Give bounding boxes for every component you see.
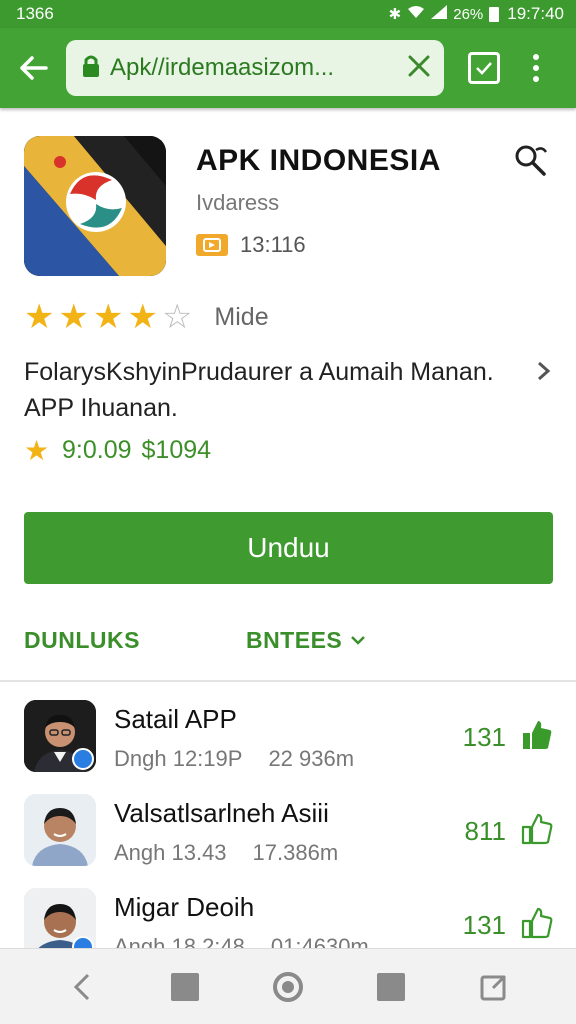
list-item-date: Angh 18.2:48 (114, 934, 245, 948)
price-row: ★ 9:0.09 $1094 (24, 436, 211, 465)
back-arrow-icon[interactable] (12, 46, 56, 90)
download-size-icon (196, 234, 228, 256)
search-icon[interactable] (510, 140, 552, 182)
url-text[interactable]: Apk//irdemaasizom... (110, 54, 394, 82)
divider (0, 680, 576, 682)
nav-back-icon[interactable] (62, 967, 102, 1007)
status-icons: ✱ 26% (389, 5, 500, 23)
nav-home-icon[interactable] (268, 967, 308, 1007)
list-item-size: 22 936m (268, 746, 355, 771)
list-item[interactable]: Satail APP Dngh 12:19P 22 936m 131 (0, 690, 576, 780)
list-item-date: Angh 13.43 (114, 840, 227, 865)
price-new: $1094 (141, 436, 212, 464)
battery-icon (489, 6, 500, 22)
bluetooth-icon: ✱ (388, 6, 402, 23)
nav-square-icon[interactable] (165, 967, 205, 1007)
nav-screenshot-icon[interactable] (474, 967, 514, 1007)
chevron-down-icon (351, 636, 366, 645)
thumbs-up-outline-icon[interactable] (520, 906, 554, 940)
rating-row: ★ ★ ★ ★ ☆ Mide (24, 300, 269, 334)
app-developer[interactable]: Ivdaress (196, 190, 279, 216)
avatar (24, 888, 96, 948)
tab-downloads[interactable]: DUNLUKS (24, 627, 140, 654)
list-item-size: 17.386m (252, 840, 339, 865)
app-description[interactable]: FolarysKshyinPrudaurer a Aumaih Manan. A… (24, 354, 524, 426)
url-bar[interactable]: Apk//irdemaasizom... (66, 40, 444, 96)
thumbs-up-outline-icon[interactable] (520, 812, 554, 846)
clear-url-icon[interactable] (404, 52, 434, 84)
tab-details-label: BNTEES (245, 626, 343, 653)
status-bar: 1366 ✱ 26% 19:7:40 (0, 0, 576, 28)
tabs-switcher-icon[interactable] (468, 52, 500, 84)
system-nav-bar (0, 948, 576, 1024)
list-item-meta: Dngh 12:19P 22 936m (114, 746, 354, 772)
avatar (24, 794, 96, 866)
status-right: ✱ 26% 19:7:40 (389, 4, 564, 24)
battery-percent: 26% (453, 5, 484, 23)
star-icon: ★ (127, 298, 158, 336)
status-left-text: 1366 (16, 4, 54, 23)
star-icon: ★ (92, 298, 124, 336)
download-button[interactable]: Unduu (24, 512, 553, 584)
list-item[interactable]: Valsatlsarlneh Asiii Angh 13.43 17.386m … (0, 784, 576, 874)
price-old: 9:0.09 (62, 436, 132, 464)
list-item-title: Migar Deoih (114, 892, 255, 922)
list-item-size: 01:4630m (270, 934, 369, 948)
price-star-icon: ★ (24, 434, 50, 466)
list-item-meta: Angh 13.43 17.386m (114, 840, 338, 866)
rating-label: Mide (214, 302, 269, 331)
list-item-count: 811 (464, 816, 506, 846)
list-item-meta: Angh 18.2:48 01:4630m (114, 934, 369, 948)
star-outline-icon: ☆ (161, 298, 193, 336)
app-logo[interactable] (24, 136, 166, 276)
lock-icon (82, 54, 100, 83)
list-item-count: 131 (462, 722, 506, 752)
signal-icon (431, 5, 448, 23)
wifi-icon (407, 5, 425, 23)
status-time: 19:7:40 (507, 4, 564, 23)
star-icon: ★ (24, 298, 55, 336)
tabs-row: DUNLUKS BNTEES (24, 620, 552, 660)
browser-toolbar: Apk//irdemaasizom... (0, 28, 576, 108)
list-item-title: Satail APP (114, 704, 237, 734)
verified-badge-icon (72, 748, 94, 770)
list-item-title: Valsatlsarlneh Asiii (114, 798, 329, 828)
app-size-row: 13:116 (196, 232, 306, 258)
overflow-menu-icon[interactable] (526, 54, 546, 82)
app-title: APK INDONESIA (196, 144, 441, 177)
tab-details[interactable]: BNTEES (246, 627, 366, 654)
thumbs-up-filled-icon[interactable] (520, 718, 554, 752)
app-header: APK INDONESIA Ivdaress 13:116 (24, 136, 552, 278)
star-icon: ★ (58, 298, 89, 336)
list-item-date: Dngh 12:19P (114, 746, 243, 771)
chevron-right-icon[interactable] (536, 356, 552, 390)
app-size: 13:116 (240, 232, 306, 257)
avatar (24, 700, 96, 772)
list-item-count: 131 (462, 910, 506, 940)
list-item[interactable]: Migar Deoih Angh 18.2:48 01:4630m 131 (0, 878, 576, 948)
nav-recents-icon[interactable] (371, 967, 411, 1007)
related-app-list: Satail APP Dngh 12:19P 22 936m 131 Valsa… (0, 690, 576, 948)
